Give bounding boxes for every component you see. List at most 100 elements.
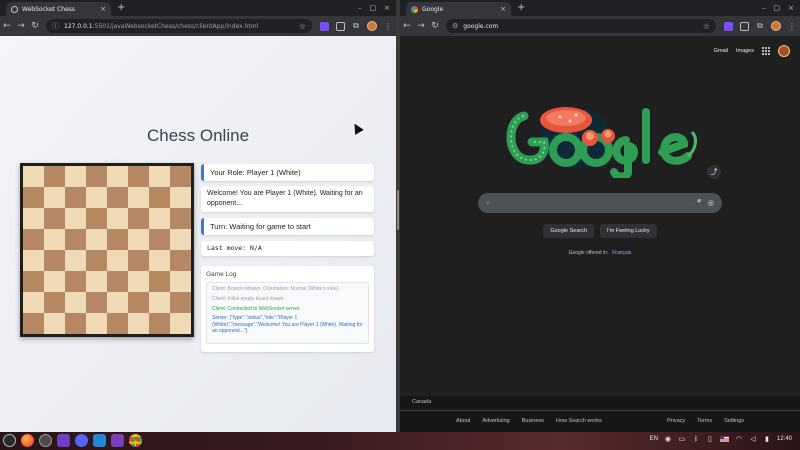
footer-link-privacy[interactable]: Privacy	[667, 418, 685, 424]
board-square-a7[interactable]	[23, 187, 44, 208]
apps-grid-icon[interactable]	[762, 47, 770, 55]
board-square-d2[interactable]	[86, 292, 107, 313]
board-square-e7[interactable]	[107, 187, 128, 208]
board-square-b7[interactable]	[44, 187, 65, 208]
board-square-a5[interactable]	[23, 229, 44, 250]
board-square-h1[interactable]	[170, 313, 191, 334]
board-square-e6[interactable]	[107, 208, 128, 229]
extensions-puzzle-icon[interactable]: ⧉	[350, 20, 362, 32]
board-square-b4[interactable]	[44, 250, 65, 271]
forward-button[interactable]: →	[14, 21, 28, 31]
firefox-icon[interactable]	[21, 434, 34, 447]
menu-kebab-icon[interactable]: ⋮	[786, 20, 798, 32]
reload-button[interactable]: ↻	[428, 21, 442, 31]
board-square-f1[interactable]	[128, 313, 149, 334]
bookmark-star-icon[interactable]: ☆	[299, 22, 306, 31]
board-square-d5[interactable]	[86, 229, 107, 250]
profile-avatar[interactable]	[366, 20, 378, 32]
board-square-f3[interactable]	[128, 271, 149, 292]
vscode-icon[interactable]	[93, 434, 106, 447]
google-search-button[interactable]: Google Search	[543, 224, 595, 238]
terminal-icon[interactable]	[57, 434, 70, 447]
board-square-e2[interactable]	[107, 292, 128, 313]
board-square-h8[interactable]	[170, 166, 191, 187]
board-square-c4[interactable]	[65, 250, 86, 271]
board-square-c8[interactable]	[65, 166, 86, 187]
back-button[interactable]: ←	[400, 21, 414, 31]
camera-lens-icon[interactable]: ◎	[708, 199, 714, 207]
board-square-h5[interactable]	[170, 229, 191, 250]
share-icon[interactable]: ⤴	[707, 165, 721, 179]
board-square-h7[interactable]	[170, 187, 191, 208]
board-square-a2[interactable]	[23, 292, 44, 313]
board-square-c6[interactable]	[65, 208, 86, 229]
board-square-a8[interactable]	[23, 166, 44, 187]
board-square-c1[interactable]	[65, 313, 86, 334]
board-square-h3[interactable]	[170, 271, 191, 292]
launcher-icon[interactable]	[3, 434, 16, 447]
new-tab-button[interactable]: +	[117, 2, 125, 14]
new-tab-button[interactable]: +	[517, 2, 525, 14]
maximize-button[interactable]: □	[370, 2, 377, 14]
camera-icon[interactable]: ▭	[678, 435, 686, 443]
board-square-f6[interactable]	[128, 208, 149, 229]
board-grid[interactable]	[23, 166, 191, 334]
board-square-b5[interactable]	[44, 229, 65, 250]
extension-purple-icon[interactable]	[722, 20, 734, 32]
chess-board[interactable]	[20, 163, 194, 337]
close-tab-icon[interactable]: ×	[100, 5, 106, 13]
board-square-a4[interactable]	[23, 250, 44, 271]
board-square-g5[interactable]	[149, 229, 170, 250]
google-doodle-image[interactable]	[504, 98, 700, 178]
forward-button[interactable]: →	[414, 21, 428, 31]
keyboard-language[interactable]: EN	[650, 436, 658, 442]
board-square-b2[interactable]	[44, 292, 65, 313]
footer-link-business[interactable]: Business	[522, 418, 544, 424]
footer-link-settings[interactable]: Settings	[724, 418, 744, 424]
maximize-button[interactable]: □	[774, 2, 781, 14]
close-tab-icon[interactable]: ×	[500, 5, 506, 13]
board-square-f8[interactable]	[128, 166, 149, 187]
board-square-b1[interactable]	[44, 313, 65, 334]
board-square-c5[interactable]	[65, 229, 86, 250]
board-square-g8[interactable]	[149, 166, 170, 187]
screen-record-icon[interactable]: ◉	[664, 435, 672, 443]
game-log-box[interactable]: Client: Board redrawn. Orientation: Norm…	[206, 282, 369, 344]
board-square-d8[interactable]	[86, 166, 107, 187]
board-square-c3[interactable]	[65, 271, 86, 292]
footer-link-advertising[interactable]: Advertising	[482, 418, 509, 424]
board-square-g3[interactable]	[149, 271, 170, 292]
extensions-puzzle-icon[interactable]: ⧉	[754, 20, 766, 32]
footer-link-how-search-works[interactable]: How Search works	[556, 418, 602, 424]
board-square-h6[interactable]	[170, 208, 191, 229]
tab-websocket-chess[interactable]: WebSocket Chess ×	[6, 2, 111, 16]
board-square-g4[interactable]	[149, 250, 170, 271]
board-square-c7[interactable]	[65, 187, 86, 208]
board-square-e1[interactable]	[107, 313, 128, 334]
clipboard-icon[interactable]: ▯	[706, 435, 714, 443]
discord-icon[interactable]	[75, 434, 88, 447]
volume-icon[interactable]: ◁	[749, 435, 757, 443]
files-icon[interactable]	[39, 434, 52, 447]
extension-icon[interactable]	[334, 20, 346, 32]
board-square-g6[interactable]	[149, 208, 170, 229]
wifi-icon[interactable]: ◠	[735, 435, 743, 443]
search-box[interactable]: ⌕ 🎤 ◎	[478, 193, 722, 213]
board-square-d4[interactable]	[86, 250, 107, 271]
microphone-icon[interactable]: 🎤	[693, 199, 702, 207]
us-flag-icon[interactable]	[719, 436, 729, 442]
site-info-icon[interactable]: ⚙	[452, 22, 458, 30]
minimize-button[interactable]: –	[762, 2, 766, 14]
feeling-lucky-button[interactable]: I'm Feeling Lucky	[600, 224, 657, 238]
board-square-e8[interactable]	[107, 166, 128, 187]
menu-kebab-icon[interactable]: ⋮	[382, 20, 394, 32]
extension-icon[interactable]	[738, 20, 750, 32]
gmail-link[interactable]: Gmail	[714, 48, 728, 54]
language-link-francais[interactable]: Français	[612, 250, 631, 256]
board-square-e4[interactable]	[107, 250, 128, 271]
footer-link-terms[interactable]: Terms	[697, 418, 712, 424]
board-square-f4[interactable]	[128, 250, 149, 271]
address-bar[interactable]: ⚙ google.com ☆	[446, 19, 716, 33]
profile-avatar[interactable]	[770, 20, 782, 32]
board-square-f5[interactable]	[128, 229, 149, 250]
